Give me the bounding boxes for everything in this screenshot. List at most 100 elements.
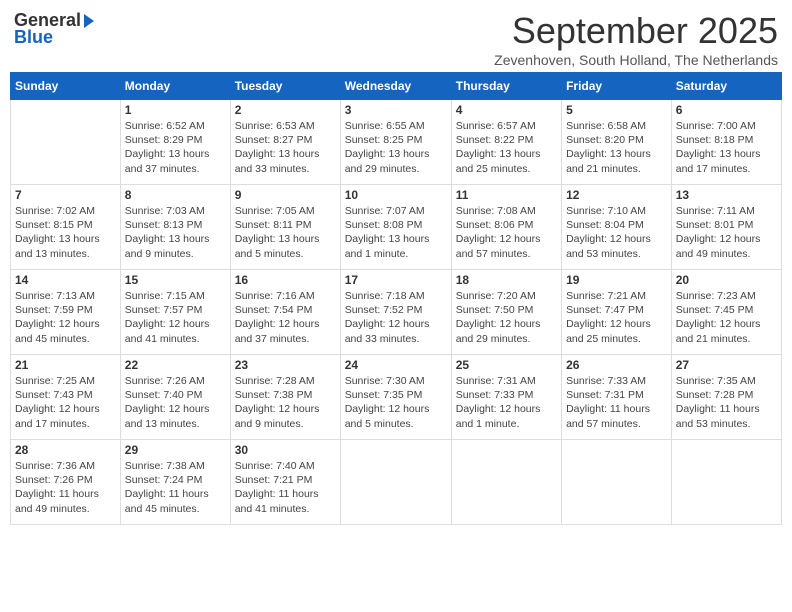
day-info: Sunrise: 6:58 AM Sunset: 8:20 PM Dayligh… xyxy=(566,119,667,176)
calendar-week-row: 14Sunrise: 7:13 AM Sunset: 7:59 PM Dayli… xyxy=(11,270,782,355)
calendar-cell: 28 Sunrise: 7:36 AM Sunset: 7:26 PM Dayli… xyxy=(11,440,121,525)
page-header: General Blue September 2025 Zevenhoven, … xyxy=(10,10,782,68)
calendar-cell: 23 Sunrise: 7:28 AM Sunset: 7:38 PM Dayli… xyxy=(230,355,340,440)
day-info: Sunrise: 7:36 AM Sunset: 7:26 PM Dayligh… xyxy=(15,459,116,516)
calendar-cell: 5 Sunrise: 6:58 AM Sunset: 8:20 PM Daylig… xyxy=(562,100,672,185)
calendar-cell: 17 Sunrise: 7:18 AM Sunset: 7:52 PM Dayli… xyxy=(340,270,451,355)
day-info: Sunrise: 7:25 AM Sunset: 7:43 PM Dayligh… xyxy=(15,374,116,431)
calendar-table: SundayMondayTuesdayWednesdayThursdayFrid… xyxy=(10,72,782,525)
day-number: 25 xyxy=(456,358,557,372)
day-number: 3 xyxy=(345,103,447,117)
logo-blue: Blue xyxy=(14,27,53,48)
calendar-cell: 27 Sunrise: 7:35 AM Sunset: 7:28 PM Dayli… xyxy=(671,355,781,440)
day-number: 30 xyxy=(235,443,336,457)
day-number: 15 xyxy=(125,273,226,287)
calendar-cell: 18Sunrise: 7:20 AM Sunset: 7:50 PM Dayli… xyxy=(451,270,561,355)
day-info: Sunrise: 6:55 AM Sunset: 8:25 PM Dayligh… xyxy=(345,119,447,176)
calendar-cell: 29 Sunrise: 7:38 AM Sunset: 7:24 PM Dayli… xyxy=(120,440,230,525)
day-number: 13 xyxy=(676,188,777,202)
day-number: 2 xyxy=(235,103,336,117)
day-info: Sunrise: 7:10 AM Sunset: 8:04 PM Dayligh… xyxy=(566,204,667,261)
day-info: Sunrise: 7:23 AM Sunset: 7:45 PM Dayligh… xyxy=(676,289,777,346)
day-number: 7 xyxy=(15,188,116,202)
day-info: Sunrise: 7:05 AM Sunset: 8:11 PM Dayligh… xyxy=(235,204,336,261)
day-number: 27 xyxy=(676,358,777,372)
title-area: September 2025 Zevenhoven, South Holland… xyxy=(494,10,778,68)
day-number: 12 xyxy=(566,188,667,202)
day-number: 20 xyxy=(676,273,777,287)
weekday-header: Monday xyxy=(120,73,230,100)
calendar-cell: 11 Sunrise: 7:08 AM Sunset: 8:06 PM Dayli… xyxy=(451,185,561,270)
calendar-cell: 30 Sunrise: 7:40 AM Sunset: 7:21 PM Dayli… xyxy=(230,440,340,525)
calendar-cell: 8 Sunrise: 7:03 AM Sunset: 8:13 PM Daylig… xyxy=(120,185,230,270)
day-info: Sunrise: 6:57 AM Sunset: 8:22 PM Dayligh… xyxy=(456,119,557,176)
day-number: 1 xyxy=(125,103,226,117)
day-number: 11 xyxy=(456,188,557,202)
day-info: Sunrise: 7:18 AM Sunset: 7:52 PM Dayligh… xyxy=(345,289,447,346)
calendar-week-row: 28 Sunrise: 7:36 AM Sunset: 7:26 PM Dayli… xyxy=(11,440,782,525)
weekday-header: Wednesday xyxy=(340,73,451,100)
day-info: Sunrise: 7:26 AM Sunset: 7:40 PM Dayligh… xyxy=(125,374,226,431)
calendar-cell: 2 Sunrise: 6:53 AM Sunset: 8:27 PM Daylig… xyxy=(230,100,340,185)
calendar-cell xyxy=(340,440,451,525)
day-number: 16 xyxy=(235,273,336,287)
day-number: 8 xyxy=(125,188,226,202)
day-number: 29 xyxy=(125,443,226,457)
logo-arrow-icon xyxy=(84,14,94,28)
day-info: Sunrise: 7:38 AM Sunset: 7:24 PM Dayligh… xyxy=(125,459,226,516)
day-info: Sunrise: 7:28 AM Sunset: 7:38 PM Dayligh… xyxy=(235,374,336,431)
day-info: Sunrise: 7:03 AM Sunset: 8:13 PM Dayligh… xyxy=(125,204,226,261)
month-title: September 2025 xyxy=(494,10,778,52)
day-info: Sunrise: 7:30 AM Sunset: 7:35 PM Dayligh… xyxy=(345,374,447,431)
calendar-cell: 9 Sunrise: 7:05 AM Sunset: 8:11 PM Daylig… xyxy=(230,185,340,270)
weekday-header: Thursday xyxy=(451,73,561,100)
day-info: Sunrise: 7:07 AM Sunset: 8:08 PM Dayligh… xyxy=(345,204,447,261)
day-number: 26 xyxy=(566,358,667,372)
day-info: Sunrise: 7:15 AM Sunset: 7:57 PM Dayligh… xyxy=(125,289,226,346)
day-info: Sunrise: 7:35 AM Sunset: 7:28 PM Dayligh… xyxy=(676,374,777,431)
day-info: Sunrise: 7:16 AM Sunset: 7:54 PM Dayligh… xyxy=(235,289,336,346)
calendar-cell: 15 Sunrise: 7:15 AM Sunset: 7:57 PM Dayli… xyxy=(120,270,230,355)
calendar-cell: 3 Sunrise: 6:55 AM Sunset: 8:25 PM Daylig… xyxy=(340,100,451,185)
day-number: 23 xyxy=(235,358,336,372)
calendar-week-row: 7 Sunrise: 7:02 AM Sunset: 8:15 PM Daylig… xyxy=(11,185,782,270)
calendar-cell: 13 Sunrise: 7:11 AM Sunset: 8:01 PM Dayli… xyxy=(671,185,781,270)
day-number: 28 xyxy=(15,443,116,457)
day-info: Sunrise: 7:08 AM Sunset: 8:06 PM Dayligh… xyxy=(456,204,557,261)
calendar-cell: 19Sunrise: 7:21 AM Sunset: 7:47 PM Dayli… xyxy=(562,270,672,355)
calendar-cell: 14Sunrise: 7:13 AM Sunset: 7:59 PM Dayli… xyxy=(11,270,121,355)
weekday-header: Saturday xyxy=(671,73,781,100)
calendar-cell: 1 Sunrise: 6:52 AM Sunset: 8:29 PM Daylig… xyxy=(120,100,230,185)
day-number: 22 xyxy=(125,358,226,372)
day-number: 10 xyxy=(345,188,447,202)
day-info: Sunrise: 7:31 AM Sunset: 7:33 PM Dayligh… xyxy=(456,374,557,431)
day-number: 21 xyxy=(15,358,116,372)
day-number: 17 xyxy=(345,273,447,287)
logo: General Blue xyxy=(14,10,94,48)
day-info: Sunrise: 7:40 AM Sunset: 7:21 PM Dayligh… xyxy=(235,459,336,516)
calendar-cell xyxy=(451,440,561,525)
day-info: Sunrise: 7:02 AM Sunset: 8:15 PM Dayligh… xyxy=(15,204,116,261)
day-number: 9 xyxy=(235,188,336,202)
location: Zevenhoven, South Holland, The Netherlan… xyxy=(494,52,778,68)
calendar-cell: 12 Sunrise: 7:10 AM Sunset: 8:04 PM Dayli… xyxy=(562,185,672,270)
day-number: 6 xyxy=(676,103,777,117)
day-info: Sunrise: 7:11 AM Sunset: 8:01 PM Dayligh… xyxy=(676,204,777,261)
calendar-cell: 6Sunrise: 7:00 AM Sunset: 8:18 PM Daylig… xyxy=(671,100,781,185)
calendar-cell: 20 Sunrise: 7:23 AM Sunset: 7:45 PM Dayli… xyxy=(671,270,781,355)
day-number: 14 xyxy=(15,273,116,287)
calendar-cell: 10 Sunrise: 7:07 AM Sunset: 8:08 PM Dayli… xyxy=(340,185,451,270)
calendar-cell: 26Sunrise: 7:33 AM Sunset: 7:31 PM Dayli… xyxy=(562,355,672,440)
day-number: 24 xyxy=(345,358,447,372)
calendar-cell: 4 Sunrise: 6:57 AM Sunset: 8:22 PM Daylig… xyxy=(451,100,561,185)
calendar-week-row: 21 Sunrise: 7:25 AM Sunset: 7:43 PM Dayli… xyxy=(11,355,782,440)
calendar-cell: 22 Sunrise: 7:26 AM Sunset: 7:40 PM Dayli… xyxy=(120,355,230,440)
day-number: 5 xyxy=(566,103,667,117)
calendar-cell xyxy=(671,440,781,525)
day-info: Sunrise: 6:53 AM Sunset: 8:27 PM Dayligh… xyxy=(235,119,336,176)
day-number: 4 xyxy=(456,103,557,117)
calendar-cell xyxy=(11,100,121,185)
day-info: Sunrise: 6:52 AM Sunset: 8:29 PM Dayligh… xyxy=(125,119,226,176)
calendar-cell: 21 Sunrise: 7:25 AM Sunset: 7:43 PM Dayli… xyxy=(11,355,121,440)
calendar-cell: 7 Sunrise: 7:02 AM Sunset: 8:15 PM Daylig… xyxy=(11,185,121,270)
